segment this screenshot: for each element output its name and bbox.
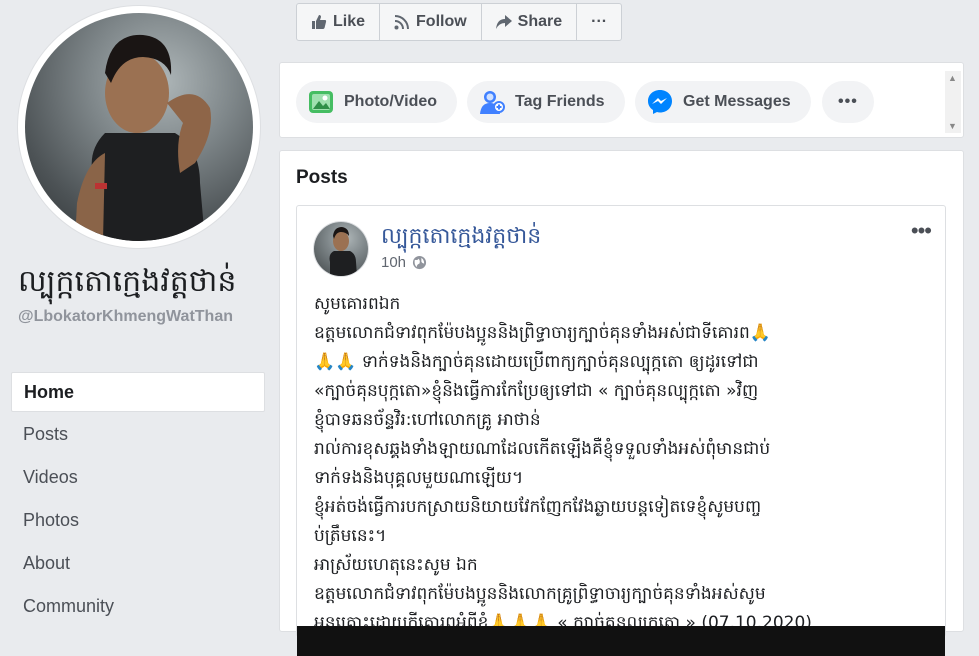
nav-item-community[interactable]: Community: [11, 585, 265, 627]
post-line: រាល់ការខុសឆ្គងទាំងឡាយណាដែលកើតឡើងគឺខ្ញុំទ…: [314, 439, 771, 459]
page-handle[interactable]: @LbokatorKhmengWatThan: [18, 306, 268, 327]
like-button[interactable]: Like: [297, 4, 381, 40]
profile-picture[interactable]: [25, 13, 253, 241]
like-label: Like: [333, 13, 366, 30]
nav-item-about[interactable]: About: [11, 542, 265, 584]
post-timestamp[interactable]: 10h: [381, 254, 427, 271]
nav-item-posts[interactable]: Posts: [11, 413, 265, 455]
post-author-name[interactable]: ល្បុក្កតោក្មេងវត្តថាន់: [381, 222, 541, 254]
posts-heading: Posts: [296, 167, 348, 188]
tag-friends-label: Tag Friends: [515, 93, 605, 110]
nav-item-videos[interactable]: Videos: [11, 456, 265, 498]
share-label: Share: [517, 13, 563, 30]
post-options-button[interactable]: •••: [911, 218, 932, 244]
page-nav: Home Posts Videos Photos About Community: [11, 372, 265, 628]
post-avatar-art: [329, 227, 357, 276]
follow-icon: [394, 14, 410, 30]
post-line: ខ្ញុំបាទឆនច័ន្ទវិរ:ហៅលោកគ្រូ អាថាន់: [314, 410, 541, 430]
page-action-bar: Like Follow Share ···: [296, 3, 623, 41]
messenger-icon: [647, 89, 673, 115]
composer-more-button[interactable]: •••: [822, 81, 874, 123]
follow-label: Follow: [416, 13, 467, 30]
posts-section: Posts ល្បុក្កតោក្មេងវត្តថាន់ 10h ••• សូម…: [279, 150, 964, 656]
left-column: ល្បុក្កតោក្មេងវត្តថាន់ @LbokatorKhmengWa…: [0, 0, 278, 623]
post-media[interactable]: [297, 626, 945, 656]
like-icon: [311, 14, 327, 30]
post-card: ល្បុក្កតោក្មេងវត្តថាន់ 10h ••• សូមគោរពឯក…: [296, 205, 946, 656]
composer-scrollbar[interactable]: ▲ ▼: [945, 71, 961, 133]
scroll-up-icon[interactable]: ▲: [948, 73, 957, 83]
globe-icon: [412, 255, 427, 270]
post-time-text: 10h: [381, 254, 407, 271]
photo-icon: [308, 89, 334, 115]
tag-friends-button[interactable]: Tag Friends: [467, 81, 625, 123]
share-icon: [495, 14, 512, 30]
post-line: សូមគោរពឯក: [314, 294, 401, 314]
photo-video-label: Photo/Video: [344, 93, 438, 110]
more-label: ···: [591, 13, 608, 30]
post-line: អាស្រ័យហេតុនេះសូម ឯក: [314, 555, 478, 575]
nav-item-photos[interactable]: Photos: [11, 499, 265, 541]
post-composer: Photo/Video Tag Friends Get Messages •••…: [279, 62, 964, 138]
get-messages-button[interactable]: Get Messages: [635, 81, 811, 123]
get-messages-label: Get Messages: [683, 93, 791, 110]
nav-item-home[interactable]: Home: [11, 372, 265, 412]
post-text: សូមគោរពឯក ឧត្តមលោកជំទាវពុកម៉ែបងប្អូននិងព…: [314, 290, 928, 638]
more-actions-button[interactable]: ···: [577, 4, 621, 40]
post-line: ឧត្តមលោកជំទាវពុកម៉ែបងប្អូននិងព្រិទ្ធាចារ…: [314, 323, 771, 343]
profile-photo-art: [75, 34, 211, 241]
post-line: ខ្ញុំអត់ចង់ធ្វើការបកស្រាយនិយាយវែកញែកវែងឆ…: [314, 497, 762, 517]
photo-video-button[interactable]: Photo/Video: [296, 81, 458, 123]
post-line: ទាក់ទងនិងបុគ្គលមួយណាឡើយ។: [314, 468, 524, 488]
share-button[interactable]: Share: [482, 4, 578, 40]
tag-friends-icon: [479, 89, 505, 115]
post-line: ឧត្តមលោកជំទាវពុកម៉ែបងប្អូននិងលោកគ្រូព្រិ…: [314, 584, 766, 604]
profile-picture-frame: [18, 6, 260, 248]
scroll-down-icon[interactable]: ▼: [948, 121, 957, 131]
follow-button[interactable]: Follow: [380, 4, 482, 40]
composer-more-label: •••: [838, 93, 858, 110]
post-author-avatar[interactable]: [314, 222, 368, 276]
post-line: ប់ត្រឹមនេះ។: [314, 526, 387, 546]
page-name[interactable]: ល្បុក្កតោក្មេងវត្តថាន់: [18, 262, 268, 302]
post-line: «ក្បាច់គុនបុក្កតោ»ខ្ញុំនិងធ្វើការកែប្រែឲ…: [314, 381, 759, 401]
post-line: 🙏🙏 ទាក់ទងនិងក្បាច់គុនដោយប្រើពាក្យក្បាច់គ…: [314, 352, 759, 372]
